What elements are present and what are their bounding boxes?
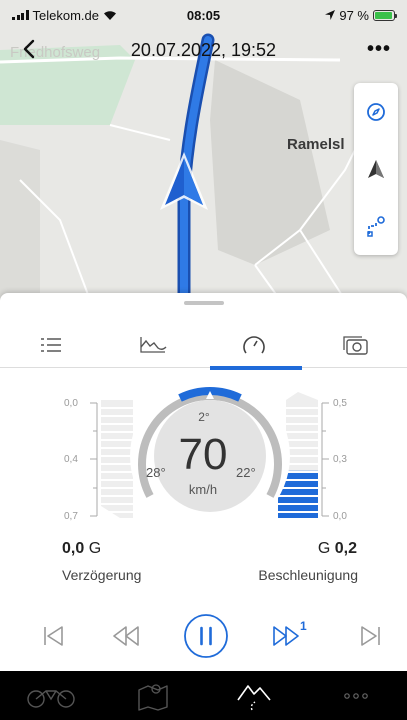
tab-divider	[0, 367, 407, 368]
decel-scale-mid: 0,4	[64, 454, 78, 465]
compass-icon	[367, 102, 385, 121]
acceleration-readout: G 0,2	[318, 540, 357, 558]
acceleration-unit: G	[317, 540, 331, 557]
speedometer-icon	[243, 336, 266, 354]
page-title: 20.07.2022, 19:52	[130, 40, 277, 60]
deceleration-readout: 0,0 G	[62, 540, 101, 558]
status-time: 08:05	[186, 7, 221, 23]
acceleration-label: Beschleunigung	[258, 567, 358, 583]
route-edit-button[interactable]	[361, 211, 391, 241]
carrier-group: Telekom.de	[12, 8, 117, 23]
more-button[interactable]: •••	[367, 38, 391, 61]
compass-button[interactable]	[361, 97, 391, 127]
accel-scale-bottom: 0,0	[333, 511, 347, 522]
deceleration-label: Verzögerung	[62, 567, 142, 583]
map-icon	[137, 683, 168, 711]
top-navigation: Friedhofsweg 20.07.2022, 19:52 •••	[0, 34, 407, 70]
motorcycle-icon	[27, 689, 75, 708]
deceleration-unit: G	[88, 540, 102, 557]
pause-button[interactable]	[183, 613, 229, 659]
wifi-icon	[103, 10, 116, 20]
lean-angle-current: 2°	[198, 410, 210, 424]
location-services-icon	[325, 10, 336, 20]
drag-handle[interactable]	[184, 301, 224, 305]
tab-rides[interactable]	[224, 676, 284, 716]
panel-tabs	[0, 323, 407, 367]
signal-icon	[12, 10, 29, 20]
skip-start-button[interactable]	[30, 613, 76, 659]
pause-icon	[184, 614, 228, 658]
ride-detail-panel: 0,0 0,4 0,7 0,5 0,3 0,0 2° 28° 22° 70 km…	[0, 293, 407, 671]
tab-elevation[interactable]	[102, 323, 204, 367]
battery-icon	[373, 9, 397, 21]
accel-scale-top: 0,5	[333, 398, 347, 409]
follow-location-button[interactable]	[361, 154, 391, 184]
active-tab-indicator	[210, 366, 302, 370]
mountain-road-icon	[237, 684, 271, 710]
more-icon	[344, 692, 368, 699]
list-icon	[40, 338, 61, 352]
camera-icon	[343, 336, 368, 355]
tab-photos[interactable]	[305, 323, 407, 367]
skip-end-icon	[361, 626, 380, 646]
tab-garage[interactable]	[21, 676, 81, 716]
rewind-icon	[113, 626, 139, 646]
bottom-tab-bar	[0, 671, 407, 720]
deceleration-value: 0,0	[62, 540, 85, 557]
speed-value: 70	[178, 430, 228, 479]
playback-speed-multiplier: 1	[300, 619, 307, 633]
accel-scale-mid: 0,3	[333, 454, 347, 465]
tab-more[interactable]	[326, 676, 386, 716]
elevation-profile-icon	[139, 337, 167, 353]
speed-gauge: 0,0 0,4 0,7 0,5 0,3 0,0 2° 28° 22° 70 km…	[0, 376, 407, 538]
location-arrow-icon	[368, 159, 384, 178]
decel-scale-top: 0,0	[64, 398, 78, 409]
skip-end-button[interactable]	[348, 613, 394, 659]
tab-list[interactable]	[0, 323, 102, 367]
status-bar: Telekom.de 08:05 97 %	[0, 0, 407, 30]
rewind-button[interactable]	[103, 613, 149, 659]
status-right: 97 %	[325, 7, 397, 23]
speed-unit: km/h	[188, 482, 218, 497]
place-label: Ramelsl	[287, 136, 345, 153]
battery-percent: 97 %	[339, 7, 369, 23]
fast-forward-button[interactable]: 1	[268, 613, 314, 659]
skip-start-icon	[44, 626, 63, 646]
acceleration-value: 0,2	[334, 540, 357, 557]
decel-scale-bottom: 0,7	[64, 511, 78, 522]
map-tools	[354, 83, 398, 255]
playback-controls: 1	[0, 613, 407, 663]
route-edit-icon	[367, 216, 385, 238]
tab-map[interactable]	[123, 676, 183, 716]
carrier-name: Telekom.de	[32, 7, 99, 23]
tab-speedometer[interactable]	[204, 323, 306, 367]
